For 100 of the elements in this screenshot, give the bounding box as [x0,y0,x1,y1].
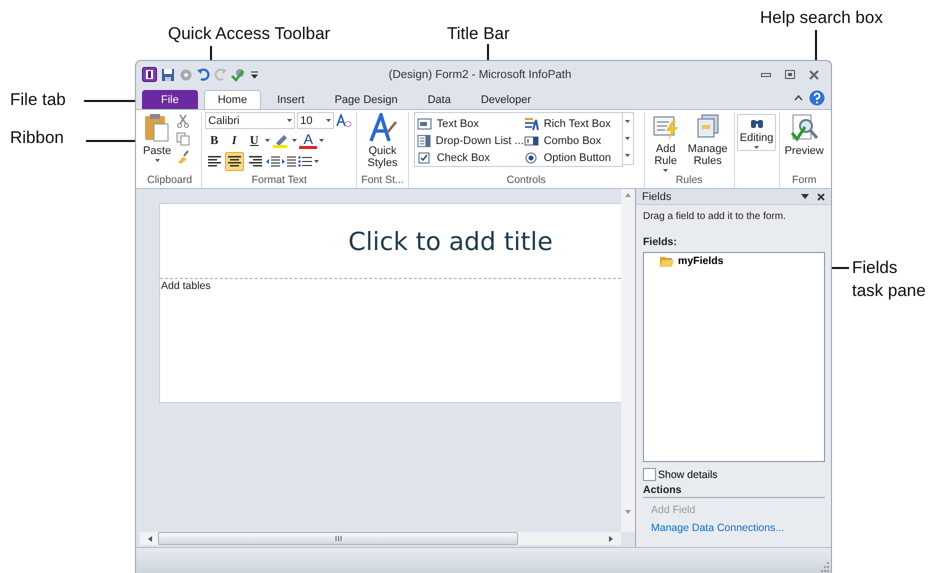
scroll-left-icon[interactable] [148,536,152,542]
caret-icon [625,137,630,140]
grip-icon[interactable] [334,536,342,541]
caret-icon [663,169,668,172]
group-label: Font St... [360,174,405,188]
control-item[interactable]: Check Box [416,149,524,166]
control-icon [524,116,539,130]
control-icon [524,150,539,164]
tree-node[interactable]: myFields [660,255,724,267]
restore-icon[interactable] [785,70,795,79]
vertical-scrollbar[interactable] [621,189,635,532]
help-icon[interactable] [809,90,825,106]
caret-icon [265,139,270,142]
control-item[interactable]: Text Box [416,115,524,132]
group-label: Form [791,174,818,188]
outdent-icon[interactable] [266,156,280,167]
manage-rules-button[interactable]: Manage Rules [688,112,728,168]
collapse-ribbon-icon[interactable] [794,95,803,101]
ribbon-tab[interactable]: Insert [263,90,319,109]
check-icon[interactable] [231,68,247,82]
caret-icon [319,139,324,142]
actions-heading: Actions [643,484,825,498]
font-field[interactable]: Calibri [205,112,296,129]
ribbon-tab[interactable]: Developer [466,90,545,109]
body-placeholder[interactable]: Add tables [161,280,211,292]
caret-icon [154,159,160,162]
action-link[interactable]: Manage Data Connections... [651,522,825,534]
caret-icon [625,120,630,123]
control-item[interactable]: Drop-Down List ... [416,132,524,149]
preview-button[interactable]: Preview [782,112,826,158]
callout-label: Fields task pane [852,257,927,302]
font-size-field[interactable]: 10 [297,112,334,129]
gallery-scrollbar[interactable] [622,112,634,165]
minimize-icon[interactable] [761,72,771,78]
align-icon [208,156,221,167]
control-icon [416,116,432,130]
bold-button[interactable]: B [205,131,224,150]
callout-label: Ribbon [10,128,64,148]
folder-icon [660,256,674,266]
bullet-list-icon[interactable] [298,156,312,167]
align-icon [228,156,242,167]
group-label: Format Text [250,174,308,188]
italic-button[interactable]: I [225,131,244,150]
cut-icon[interactable] [176,114,190,128]
control-item[interactable]: Rich Text Box [524,115,622,132]
font-color-button[interactable]: A [299,132,318,149]
app-icon [142,67,157,82]
control-icon [524,134,539,148]
caret-icon [287,119,292,122]
control-item[interactable]: Combo Box [524,132,622,149]
brush-icon[interactable] [176,150,190,164]
quick-styles-button[interactable]: Quick Styles [360,112,405,170]
pane-title: Fields [642,190,672,202]
window-title: (Design) Form2 - Microsoft InfoPath [388,68,572,80]
clear-format-icon[interactable] [336,114,352,128]
group-label: Controls [506,174,547,188]
align-icon [248,156,262,167]
ribbon-tab[interactable]: Data [414,90,465,109]
caret-icon [754,146,760,149]
indent-icon[interactable] [282,156,296,167]
customize-icon[interactable] [251,70,259,80]
control-icon [416,134,431,148]
show-details-checkbox[interactable]: Show details [643,468,825,481]
scroll-down-icon[interactable] [625,510,631,514]
group-label: Rules [674,174,704,188]
callout-label: Title Bar [447,24,510,44]
title-placeholder[interactable]: Click to add title [348,226,553,256]
horizontal-scrollbar[interactable] [140,532,621,545]
caret-icon [625,154,630,157]
resize-grip-icon[interactable] [819,562,829,572]
paste-button[interactable]: Paste [141,112,174,163]
file-tab[interactable]: File [142,90,198,109]
magnifier-icon [789,113,820,143]
pane-menu-icon[interactable] [801,194,809,199]
copy-icon[interactable] [176,132,190,146]
fields-label: Fields: [643,236,678,248]
caret-icon [326,119,332,122]
control-item[interactable]: Option Button [524,149,622,166]
ribbon-tab[interactable]: Page Design [320,90,412,109]
callout-label: Quick Access Toolbar [168,24,330,44]
callout-label: Help search box [760,8,883,28]
control-icon [416,150,432,164]
caret-icon [292,139,298,142]
scroll-right-icon[interactable] [609,536,613,542]
close-icon[interactable] [817,192,825,200]
scroll-up-icon[interactable] [625,193,631,197]
styles-icon [368,113,396,143]
editing-button[interactable]: Editing [736,114,776,151]
align-center-button[interactable] [225,152,244,171]
undo-icon[interactable] [197,68,210,81]
caret-icon [314,160,320,163]
add-rule-button[interactable]: Add Rule [648,112,684,173]
pane-hint: Drag a field to add it to the form. [643,211,787,222]
underline-button[interactable]: U [245,131,264,150]
ribbon-tab[interactable]: Home [204,90,262,109]
save-icon[interactable] [161,68,175,82]
clipboard-icon [144,113,170,143]
close-icon[interactable] [809,70,819,80]
callout-label: File tab [10,90,66,110]
group-label: Clipboard [146,174,194,188]
